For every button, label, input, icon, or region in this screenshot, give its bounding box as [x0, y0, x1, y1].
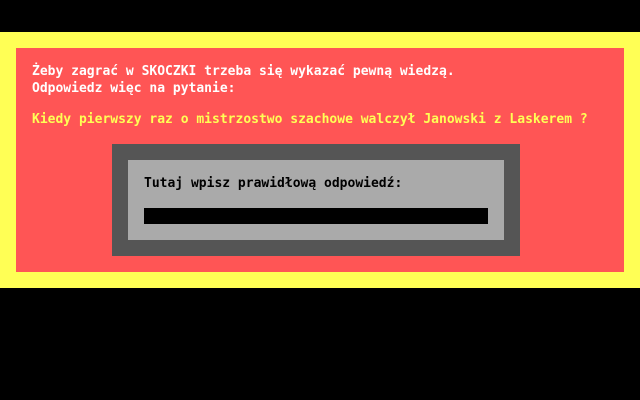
intro-text-line-1: Żeby zagrać w SKOCZKI trzeba się wykazać… [32, 64, 455, 79]
dialog-panel: Żeby zagrać w SKOCZKI trzeba się wykazać… [16, 48, 624, 272]
game-screen: Żeby zagrać w SKOCZKI trzeba się wykazać… [0, 0, 640, 400]
intro-text-line-2: Odpowiedz więc na pytanie: [32, 81, 236, 96]
answer-prompt-label: Tutaj wpisz prawidłową odpowiedź: [144, 176, 403, 191]
answer-box: Tutaj wpisz prawidłową odpowiedź: [112, 144, 520, 256]
dialog-frame: Żeby zagrać w SKOCZKI trzeba się wykazać… [0, 32, 640, 288]
answer-input[interactable] [144, 208, 488, 224]
answer-box-inner: Tutaj wpisz prawidłową odpowiedź: [128, 160, 504, 240]
quiz-question: Kiedy pierwszy raz o mistrzostwo szachow… [32, 112, 588, 127]
